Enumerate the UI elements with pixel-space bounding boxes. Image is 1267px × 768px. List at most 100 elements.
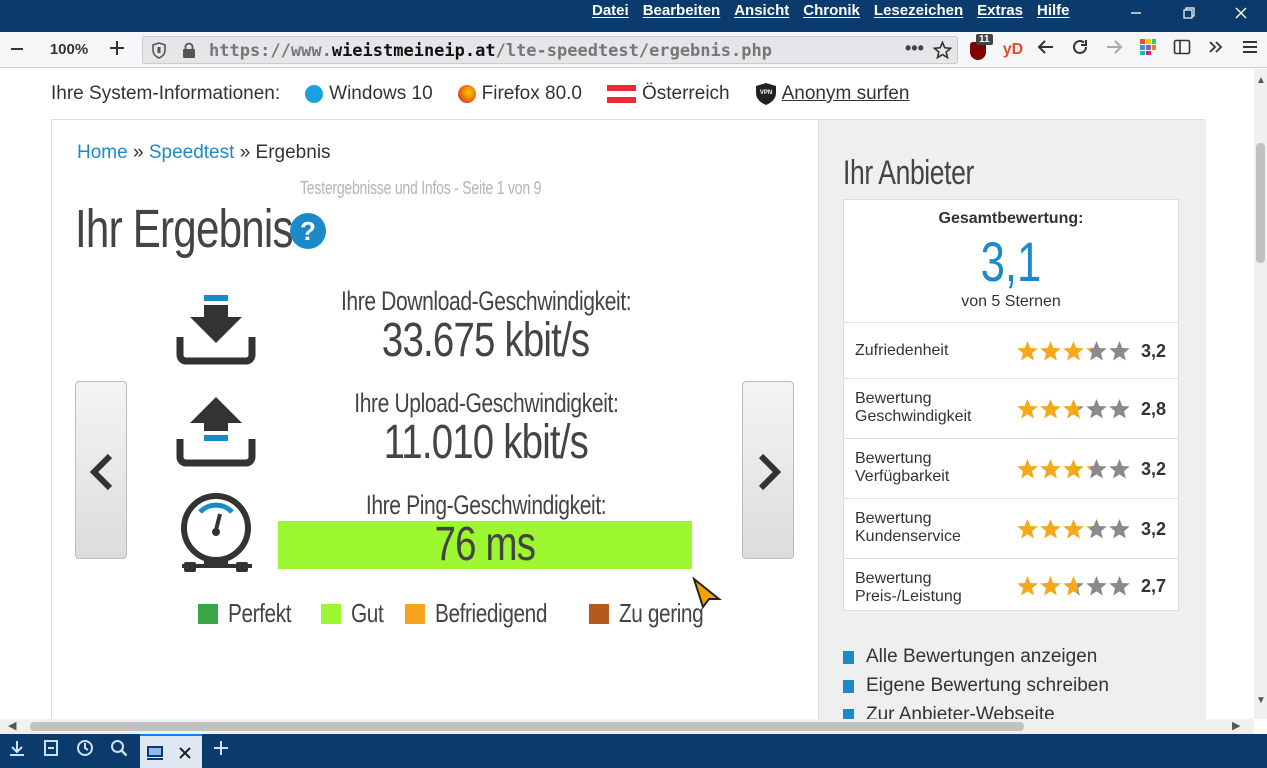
zoom-in-icon[interactable] — [106, 38, 128, 62]
system-info-bar: Ihre System-Informationen: Windows 10 Fi… — [51, 82, 934, 106]
rating-label: Bewertung Kundenservice — [855, 510, 961, 546]
close-window-icon[interactable] — [1231, 6, 1251, 26]
rating-label-line2: Kundenservice — [855, 528, 961, 545]
next-page-button[interactable] — [742, 381, 794, 559]
link-eigene-bewertung[interactable]: Eigene Bewertung schreiben — [843, 675, 1109, 697]
mouse-cursor-icon — [692, 577, 722, 609]
ping-value: 76 ms — [434, 518, 536, 571]
link-label: Zur Anbieter-Webseite — [866, 704, 1055, 719]
bookmark-star-icon[interactable] — [933, 41, 952, 60]
provider-panel: Ihr Anbieter Gesamtbewertung: 3,1 von 5 … — [818, 120, 1206, 719]
link-alle-bewertungen[interactable]: Alle Bewertungen anzeigen — [843, 646, 1097, 668]
star-icon — [1109, 399, 1130, 419]
star-icon — [1109, 576, 1130, 596]
download-value: 33.675 kbit/s — [382, 314, 590, 367]
anonym-surfen-link[interactable]: Anonym surfen — [782, 83, 910, 105]
back-icon[interactable] — [1034, 38, 1058, 62]
downloads-icon[interactable] — [4, 738, 30, 764]
link-anbieter-webseite[interactable]: Zur Anbieter-Webseite — [843, 704, 1055, 719]
restore-icon[interactable] — [1179, 6, 1199, 26]
forward-icon[interactable] — [1102, 38, 1126, 62]
page-subtitle: Testergebnisse und Infos - Seite 1 von 9 — [300, 178, 542, 198]
new-tab-icon[interactable] — [208, 738, 234, 764]
upload-label: Ihre Upload-Geschwindigkeit: — [353, 388, 619, 418]
download-icon — [176, 295, 256, 365]
active-tab[interactable] — [140, 734, 202, 768]
minimize-icon[interactable] — [1126, 6, 1146, 26]
ping-label: Ihre Ping-Geschwindigkeit: — [365, 490, 607, 520]
star-icon — [1086, 341, 1107, 361]
rating-label-line1: Bewertung — [855, 450, 932, 467]
overflow-chevron-icon[interactable] — [1204, 38, 1228, 62]
star-rating — [1016, 458, 1131, 481]
provider-title: Ihr Anbieter — [843, 154, 974, 192]
sidebar-icon[interactable] — [1170, 38, 1194, 62]
upload-icon — [176, 397, 256, 467]
scroll-up-icon[interactable]: ▲ — [1256, 75, 1266, 86]
extension-grid-icon[interactable] — [1136, 38, 1160, 62]
history-icon[interactable] — [72, 738, 98, 764]
page-actions-icon[interactable]: ••• — [905, 38, 924, 59]
yd-extension-icon[interactable]: yD — [1000, 38, 1026, 62]
horizontal-scroll-thumb[interactable] — [30, 722, 1024, 731]
ping-value-box: 76 ms — [278, 521, 692, 569]
rating-label-line1: Zufriedenheit — [855, 342, 949, 359]
bottom-toolbar — [0, 734, 1267, 768]
help-icon[interactable]: ? — [290, 213, 326, 249]
url-bar[interactable]: https://www.wieistmeineip.at/lte-speedte… — [142, 36, 958, 64]
star-icon — [1040, 341, 1061, 361]
rating-label: Bewertung Preis-/Leistung — [855, 570, 962, 606]
breadcrumb-separator: » — [239, 142, 251, 163]
star-icon — [1063, 459, 1084, 479]
vpn-shield-icon: VPN — [755, 83, 776, 105]
menu-bearbeiten[interactable]: Bearbeiten — [643, 2, 721, 19]
hamburger-menu-icon[interactable] — [1238, 38, 1262, 62]
url-text[interactable]: https://www.wieistmeineip.at/lte-speedte… — [209, 41, 772, 61]
rating-label: Bewertung Verfügbarkeit — [855, 450, 949, 486]
lock-icon[interactable] — [181, 42, 197, 59]
breadcrumb-speedtest[interactable]: Speedtest — [149, 142, 235, 163]
search-icon[interactable] — [106, 738, 132, 764]
breadcrumb-home[interactable]: Home — [77, 142, 128, 163]
close-tab-icon[interactable] — [178, 746, 192, 760]
tab-favicon-icon — [147, 746, 163, 760]
menu-lesezeichen[interactable]: Lesezeichen — [874, 2, 963, 19]
star-rating — [1016, 575, 1131, 598]
url-path: /lte-speedtest/ergebnis.php — [495, 41, 772, 61]
link-label: Alle Bewertungen anzeigen — [866, 646, 1098, 667]
vertical-scrollbar[interactable]: ▲ ▼ — [1254, 69, 1267, 719]
url-domain: wieistmeineip.at — [331, 41, 496, 61]
zoom-level[interactable]: 100% — [44, 38, 94, 62]
menu-ansicht[interactable]: Ansicht — [734, 2, 789, 19]
star-icon — [1063, 399, 1084, 419]
url-prefix: https://www. — [209, 41, 332, 61]
previous-page-button[interactable] — [75, 381, 127, 559]
star-icon — [1109, 519, 1130, 539]
legend-label: Gut — [350, 598, 384, 628]
star-icon — [1086, 399, 1107, 419]
sysinfo-browser: Firefox 80.0 — [481, 83, 582, 104]
legend-swatch — [198, 603, 218, 624]
legend-item: Gut — [320, 598, 391, 629]
menu-datei[interactable]: Datei — [592, 2, 629, 19]
pocket-icon[interactable] — [38, 738, 64, 764]
upload-metric: Ihre Upload-Geschwindigkeit: 11.010 kbit… — [278, 388, 694, 467]
star-icon — [1086, 459, 1107, 479]
svg-text:VPN: VPN — [759, 90, 771, 96]
scroll-down-icon[interactable]: ▼ — [1256, 695, 1266, 706]
menu-hilfe[interactable]: Hilfe — [1037, 2, 1070, 19]
shield-icon[interactable] — [151, 42, 167, 59]
menu-extras[interactable]: Extras — [977, 2, 1023, 19]
scroll-right-icon[interactable]: ▶ — [1232, 719, 1240, 732]
legend-swatch — [320, 603, 341, 624]
vertical-scroll-thumb[interactable] — [1256, 143, 1265, 263]
rating-row: Zufriedenheit 3,2 — [844, 322, 1178, 378]
page-title: Ihr Ergebnis — [75, 199, 294, 259]
star-rating — [1016, 398, 1131, 421]
menu-chronik[interactable]: Chronik — [803, 2, 860, 19]
horizontal-scrollbar[interactable]: ◀ ▶ — [0, 719, 1254, 734]
scroll-left-icon[interactable]: ◀ — [8, 719, 16, 732]
legend-label: Zu gering — [619, 598, 704, 628]
reload-icon[interactable] — [1068, 38, 1092, 62]
zoom-out-icon[interactable] — [6, 38, 28, 62]
